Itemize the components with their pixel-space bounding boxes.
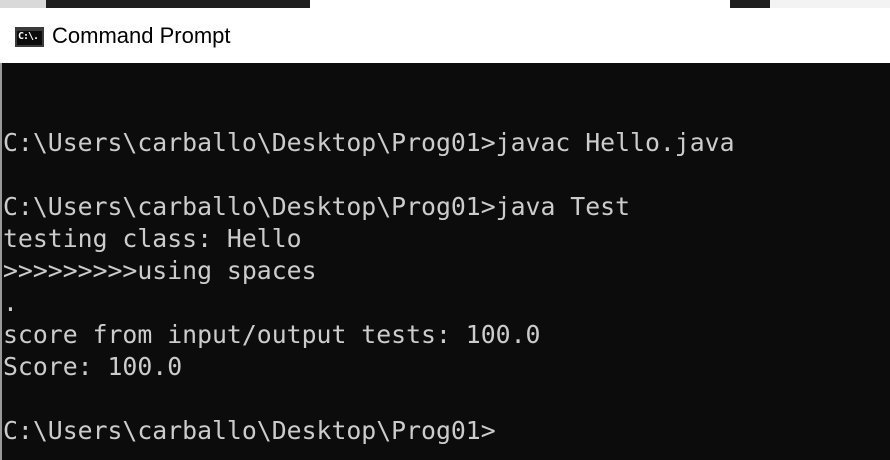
cmd-icon-glyph: C:\. [18, 31, 39, 42]
console-line: score from input/output tests: 100.0 [3, 320, 541, 349]
background-window-edge [770, 0, 890, 8]
console-output[interactable]: C:\Users\carballo\Desktop\Prog01>javac H… [0, 63, 890, 460]
background-window-strip [0, 0, 890, 8]
console-line: >>>>>>>>>using spaces [3, 256, 317, 285]
console-prompt-line[interactable]: C:\Users\carballo\Desktop\Prog01> [3, 415, 890, 447]
title-bar[interactable]: C:\. Command Prompt [0, 8, 890, 63]
console-line: Score: 100.0 [3, 352, 183, 381]
cmd-icon[interactable]: C:\. [15, 27, 44, 47]
window-title: Command Prompt [52, 23, 231, 48]
background-window-edge [310, 0, 730, 8]
console-line: . [3, 288, 18, 317]
console-line: C:\Users\carballo\Desktop\Prog01>java Te… [3, 192, 631, 221]
console-line: C:\Users\carballo\Desktop\Prog01>javac H… [3, 128, 735, 157]
background-window-edge [0, 0, 46, 8]
console-line: testing class: Hello [3, 224, 302, 253]
command-prompt-window: C:\. Command Prompt C:\Users\carballo\De… [0, 0, 890, 460]
